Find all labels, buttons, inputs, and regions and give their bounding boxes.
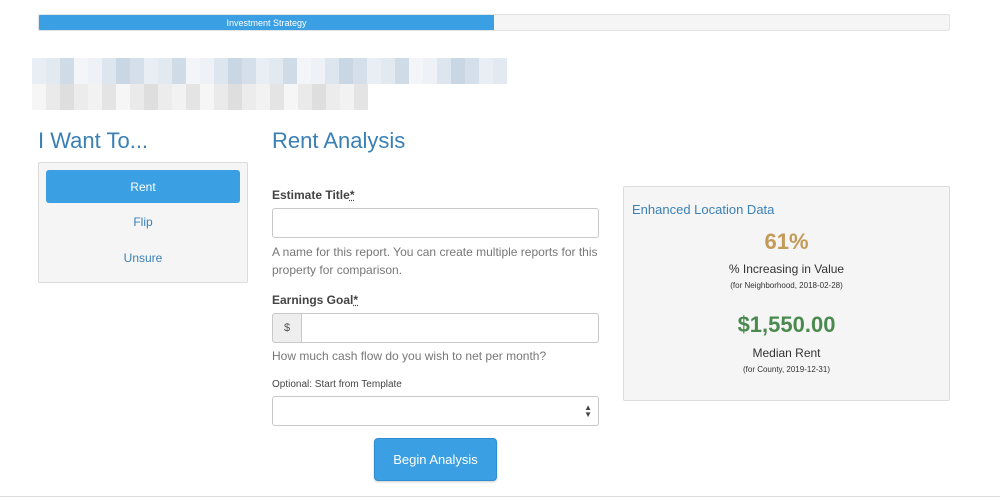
location-data-panel: Enhanced Location Data 61% % Increasing … xyxy=(623,186,950,401)
redaction-pixel xyxy=(59,58,74,84)
redaction-pixel xyxy=(101,58,116,84)
sidebar-heading: I Want To... xyxy=(38,128,149,153)
redaction-pixel xyxy=(171,58,186,84)
select-arrows-icon: ▲ ▼ xyxy=(584,403,592,419)
redaction-pixel xyxy=(130,84,144,110)
redaction-pixel xyxy=(172,84,186,110)
redaction-pixel xyxy=(32,84,46,110)
earnings-goal-input[interactable] xyxy=(301,313,599,343)
redaction-pixel xyxy=(255,58,270,84)
redaction-pixel xyxy=(242,84,256,110)
strategy-item-label: Rent xyxy=(130,179,156,194)
redaction-pixel xyxy=(340,84,354,110)
redaction-pixel xyxy=(451,58,466,84)
redaction-pixel xyxy=(144,84,158,110)
redaction-pixel xyxy=(200,84,214,110)
redaction-pixel xyxy=(227,58,242,84)
strategy-item-unsure[interactable]: Unsure xyxy=(46,241,240,274)
redaction-pixel xyxy=(129,58,144,84)
stat-sub-increasing: (for Neighborhood, 2018-02-28) xyxy=(730,281,843,290)
redaction-pixel xyxy=(157,58,172,84)
estimate-title-input[interactable] xyxy=(272,208,599,238)
estimate-title-help: A name for this report. You can create m… xyxy=(272,245,598,277)
redaction-pixel xyxy=(45,58,60,84)
strategy-item-flip[interactable]: Flip xyxy=(46,205,240,238)
redaction-pixel xyxy=(284,84,298,110)
redaction-pixel xyxy=(339,58,354,84)
redaction-pixel xyxy=(115,58,130,84)
redaction-pixel xyxy=(367,58,382,84)
redaction-pixel xyxy=(381,58,396,84)
redaction-pixel xyxy=(116,84,130,110)
template-select[interactable]: ▲ ▼ xyxy=(272,396,599,426)
redaction-pixel xyxy=(74,84,88,110)
redaction-pixel xyxy=(228,84,242,110)
stat-value-increasing: 61% xyxy=(764,229,809,254)
redaction-pixel xyxy=(311,58,326,84)
redaction-pixel xyxy=(88,84,102,110)
page-title: Rent Analysis xyxy=(272,128,406,153)
required-mark: * xyxy=(353,293,359,307)
begin-analysis-button[interactable]: Begin Analysis xyxy=(374,438,497,481)
redaction-pixel xyxy=(479,58,493,84)
redaction-pixel xyxy=(46,84,60,110)
redaction-pixel xyxy=(409,58,424,84)
redaction-pixel xyxy=(73,58,88,84)
progress-bar: Investment Strategy xyxy=(38,14,950,31)
strategy-item-rent[interactable]: Rent xyxy=(46,170,240,203)
estimate-title-label: Estimate Title* xyxy=(272,188,355,202)
required-mark: * xyxy=(349,188,355,202)
redaction-pixel xyxy=(199,58,214,84)
earnings-goal-label: Earnings Goal* xyxy=(272,293,359,307)
redaction-pixel xyxy=(297,58,312,84)
redaction-pixel xyxy=(325,58,340,84)
dollar-addon: $ xyxy=(272,313,301,343)
redaction-pixel xyxy=(158,84,172,110)
redacted-address xyxy=(32,58,507,110)
redaction-pixel xyxy=(32,58,46,84)
stat-value-median-rent: $1,550.00 xyxy=(737,312,836,337)
redaction-pixel xyxy=(283,58,298,84)
redaction-pixel xyxy=(256,84,270,110)
redaction-pixel xyxy=(241,58,256,84)
redaction-pixel xyxy=(270,84,284,110)
redaction-pixel xyxy=(437,58,452,84)
strategy-item-label: Flip xyxy=(133,214,153,229)
footer-divider xyxy=(0,496,1000,497)
location-data-title: Enhanced Location Data xyxy=(632,202,775,217)
strategy-item-label: Unsure xyxy=(123,250,163,265)
redaction-pixel xyxy=(87,58,102,84)
redaction-pixel xyxy=(269,58,284,84)
redaction-pixel xyxy=(186,84,200,110)
redaction-pixel xyxy=(492,58,507,84)
stat-label-median-rent: Median Rent xyxy=(752,346,821,360)
redaction-pixel xyxy=(326,84,340,110)
redaction-pixel xyxy=(395,58,410,84)
earnings-goal-help: How much cash flow do you wish to net pe… xyxy=(272,349,547,363)
redaction-pixel xyxy=(102,84,116,110)
redaction-pixel xyxy=(60,84,74,110)
progress-fill: Investment Strategy xyxy=(39,15,494,30)
redaction-pixel xyxy=(465,58,479,84)
redaction-pixel xyxy=(143,58,158,84)
redaction-pixel xyxy=(214,84,228,110)
redaction-pixel xyxy=(213,58,228,84)
redaction-pixel xyxy=(312,84,326,110)
redaction-pixel xyxy=(298,84,312,110)
redaction-pixel xyxy=(423,58,438,84)
progress-label: Investment Strategy xyxy=(226,17,307,28)
redaction-pixel xyxy=(185,58,200,84)
redaction-pixel xyxy=(354,84,368,110)
template-label: Optional: Start from Template xyxy=(272,379,402,390)
stat-label-increasing: % Increasing in Value xyxy=(728,262,845,276)
strategy-panel: Rent Flip Unsure xyxy=(38,162,248,283)
redaction-pixel xyxy=(353,58,368,84)
earnings-goal-group: $ xyxy=(272,313,599,343)
stat-sub-median-rent: (for County, 2019-12-31) xyxy=(742,365,830,374)
